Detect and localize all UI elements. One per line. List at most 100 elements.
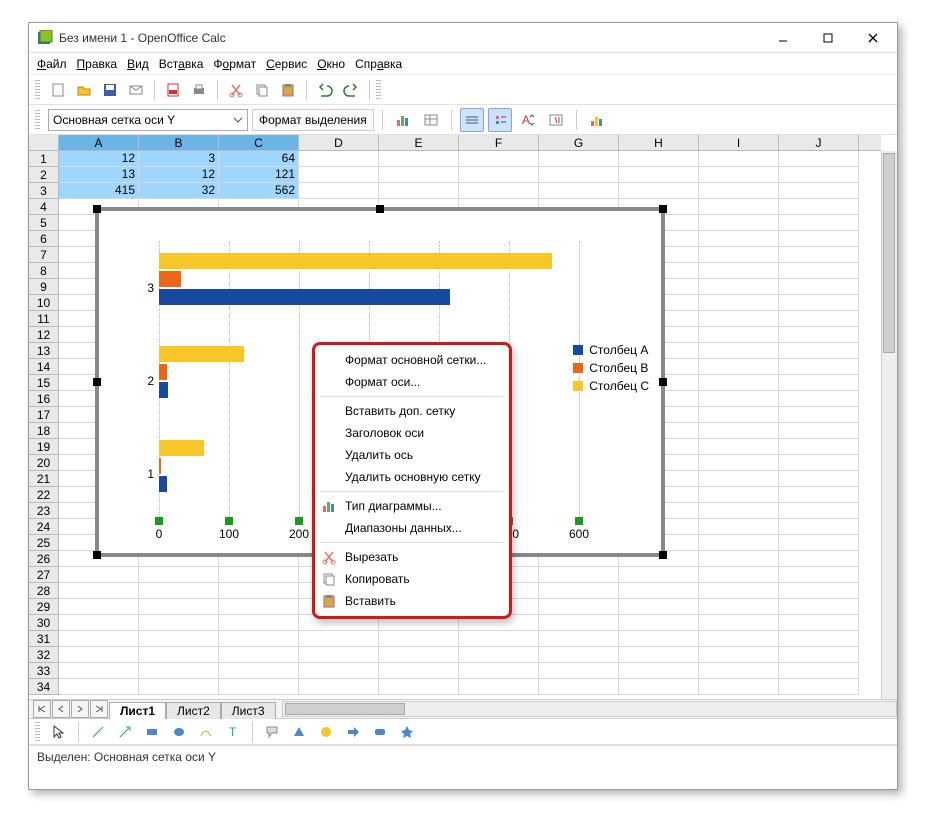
- tab-nav-prev[interactable]: [52, 700, 70, 718]
- row-header[interactable]: 21: [29, 471, 58, 487]
- col-header-C[interactable]: C: [219, 135, 299, 150]
- col-header-F[interactable]: F: [459, 135, 539, 150]
- row-header[interactable]: 34: [29, 679, 58, 695]
- format-selection-button[interactable]: Формат выделения: [252, 109, 374, 131]
- new-button[interactable]: [46, 78, 70, 102]
- col-header-E[interactable]: E: [379, 135, 459, 150]
- save-button[interactable]: [98, 78, 122, 102]
- text-tool-button[interactable]: T: [221, 720, 245, 744]
- close-button[interactable]: [850, 24, 895, 52]
- chart-bar[interactable]: [159, 476, 167, 492]
- row-header[interactable]: 27: [29, 567, 58, 583]
- undo-button[interactable]: [313, 78, 337, 102]
- auto-layout-button[interactable]: [544, 108, 568, 132]
- legend-button[interactable]: [488, 108, 512, 132]
- sheet-tab-1[interactable]: Лист1: [109, 702, 166, 719]
- cell-B3[interactable]: 32: [139, 183, 219, 199]
- ctx-delete-main-grid[interactable]: Удалить основную сетку: [315, 466, 509, 488]
- line-tool-button[interactable]: [86, 720, 110, 744]
- flowchart-button[interactable]: [368, 720, 392, 744]
- rect-tool-button[interactable]: [140, 720, 164, 744]
- menu-edit[interactable]: Правка: [77, 57, 118, 71]
- arrow-tool-button[interactable]: [113, 720, 137, 744]
- select-all-corner[interactable]: [29, 135, 59, 151]
- col-header-D[interactable]: D: [299, 135, 379, 150]
- stars-button[interactable]: [395, 720, 419, 744]
- block-arrows-button[interactable]: [341, 720, 365, 744]
- email-button[interactable]: [124, 78, 148, 102]
- row-header[interactable]: 25: [29, 535, 58, 551]
- row-header[interactable]: 12: [29, 327, 58, 343]
- print-button[interactable]: [187, 78, 211, 102]
- freeform-tool-button[interactable]: [194, 720, 218, 744]
- cell-C2[interactable]: 121: [219, 167, 299, 183]
- row-header[interactable]: 24: [29, 519, 58, 535]
- row-header[interactable]: 1: [29, 151, 58, 167]
- menu-format[interactable]: Формат: [213, 57, 256, 71]
- menu-view[interactable]: Вид: [127, 57, 149, 71]
- cell-A2[interactable]: 13: [59, 167, 139, 183]
- scrollbar-thumb[interactable]: [285, 703, 405, 715]
- resize-handle[interactable]: [93, 378, 101, 386]
- row-header[interactable]: 18: [29, 423, 58, 439]
- chart-bar[interactable]: [159, 458, 161, 474]
- cut-button[interactable]: [224, 78, 248, 102]
- export-pdf-button[interactable]: [161, 78, 185, 102]
- row-header[interactable]: 14: [29, 359, 58, 375]
- row-header[interactable]: 5: [29, 215, 58, 231]
- col-header-G[interactable]: G: [539, 135, 619, 150]
- chart-bar[interactable]: [159, 346, 244, 362]
- row-header[interactable]: 33: [29, 663, 58, 679]
- row-header[interactable]: 29: [29, 599, 58, 615]
- menu-file[interactable]: Файл: [37, 57, 67, 71]
- col-header-A[interactable]: A: [59, 135, 139, 150]
- row-header[interactable]: 20: [29, 455, 58, 471]
- paste-button[interactable]: [276, 78, 300, 102]
- axis-handle[interactable]: [575, 517, 583, 525]
- tab-nav-first[interactable]: [33, 700, 51, 718]
- row-header[interactable]: 7: [29, 247, 58, 263]
- row-header[interactable]: 30: [29, 615, 58, 631]
- ctx-chart-type[interactable]: Тип диаграммы...: [315, 495, 509, 517]
- hgrid-button[interactable]: [460, 108, 484, 132]
- col-header-I[interactable]: I: [699, 135, 779, 150]
- resize-handle[interactable]: [93, 551, 101, 559]
- chart-bar[interactable]: [159, 382, 168, 398]
- chart-bar[interactable]: [159, 440, 204, 456]
- sheet-tab-2[interactable]: Лист2: [166, 702, 221, 719]
- ctx-format-main-grid[interactable]: Формат основной сетки...: [315, 349, 509, 371]
- basic-shapes-button[interactable]: [287, 720, 311, 744]
- symbol-shapes-button[interactable]: [314, 720, 338, 744]
- row-header[interactable]: 23: [29, 503, 58, 519]
- open-button[interactable]: [72, 78, 96, 102]
- row-header[interactable]: 3: [29, 183, 58, 199]
- cell-C3[interactable]: 562: [219, 183, 299, 199]
- cell-A1[interactable]: 12: [59, 151, 139, 167]
- cell-B1[interactable]: 3: [139, 151, 219, 167]
- row-header[interactable]: 26: [29, 551, 58, 567]
- chart-type-button[interactable]: [391, 108, 415, 132]
- select-tool-button[interactable]: [47, 720, 71, 744]
- resize-handle[interactable]: [376, 205, 384, 213]
- row-header[interactable]: 11: [29, 311, 58, 327]
- row-header[interactable]: 31: [29, 631, 58, 647]
- cell-B2[interactable]: 12: [139, 167, 219, 183]
- row-header[interactable]: 2: [29, 167, 58, 183]
- ellipse-tool-button[interactable]: [167, 720, 191, 744]
- row-header[interactable]: 17: [29, 407, 58, 423]
- copy-button[interactable]: [250, 78, 274, 102]
- col-header-B[interactable]: B: [139, 135, 219, 150]
- chart-bar[interactable]: [159, 289, 450, 305]
- menu-insert[interactable]: Вставка: [159, 57, 204, 71]
- axis-handle[interactable]: [225, 517, 233, 525]
- ctx-insert-minor-grid[interactable]: Вставить доп. сетку: [315, 400, 509, 422]
- row-header[interactable]: 16: [29, 391, 58, 407]
- chart-bar[interactable]: [159, 364, 167, 380]
- data-table-button[interactable]: [419, 108, 443, 132]
- chart-legend[interactable]: Столбец A Столбец B Столбец C: [573, 341, 649, 395]
- minimize-button[interactable]: [760, 24, 805, 52]
- tab-nav-next[interactable]: [71, 700, 89, 718]
- tab-nav-last[interactable]: [90, 700, 108, 718]
- ctx-paste[interactable]: Вставить: [315, 590, 509, 612]
- vertical-scrollbar[interactable]: [881, 151, 897, 699]
